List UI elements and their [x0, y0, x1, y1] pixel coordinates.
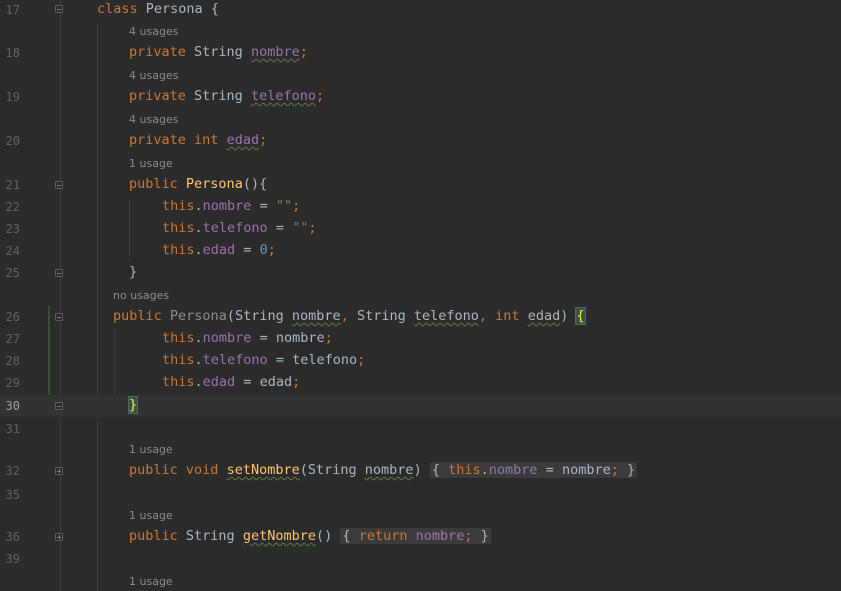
- code-text: this.edad = edad;: [162, 374, 301, 390]
- line-number: 35: [5, 488, 20, 502]
- line-number: 27: [5, 332, 20, 346]
- code-line[interactable]: 27 this.nombre = nombre;: [0, 329, 841, 349]
- line-number: 18: [5, 46, 20, 60]
- line-number: 26: [5, 310, 20, 324]
- fold-toggle-icon[interactable]: [55, 313, 63, 321]
- code-line[interactable]: 29 this.edad = edad;: [0, 373, 841, 393]
- fold-expand-icon[interactable]: [55, 533, 63, 541]
- fold-toggle-icon[interactable]: [55, 402, 63, 410]
- line-number: 20: [5, 134, 20, 148]
- code-text: this.nombre = "";: [162, 198, 301, 214]
- usages-hint[interactable]: 1 usage: [129, 157, 173, 170]
- code-text: public String getNombre() { return nombr…: [129, 528, 491, 544]
- usages-hint[interactable]: 1 usage: [129, 509, 173, 522]
- code-text: private int edad;: [129, 132, 268, 148]
- code-line[interactable]: 36 public String getNombre() { return no…: [0, 527, 841, 547]
- line-number: 24: [5, 244, 20, 258]
- code-text: public Persona(){: [129, 176, 268, 192]
- line-number: 32: [5, 464, 20, 478]
- code-line-current[interactable]: 30 }: [0, 395, 841, 417]
- usages-hint[interactable]: 4 usages: [129, 113, 178, 126]
- code-text: this.nombre = nombre;: [162, 330, 333, 346]
- code-text: this.telefono = "";: [162, 220, 317, 236]
- code-text: public void setNombre(String nombre) { t…: [129, 462, 638, 478]
- usages-hint[interactable]: 4 usages: [129, 25, 178, 38]
- fold-toggle-icon[interactable]: [55, 269, 63, 277]
- code-line[interactable]: 26 public Persona(String nombre, String …: [0, 307, 841, 327]
- code-line[interactable]: 18 private String nombre;: [0, 43, 841, 63]
- code-line[interactable]: 39: [0, 549, 841, 569]
- code-text: }: [127, 396, 139, 414]
- code-line[interactable]: 31: [0, 419, 841, 439]
- code-line[interactable]: 21 public Persona(){: [0, 175, 841, 195]
- line-number: 29: [5, 376, 20, 390]
- usages-hint[interactable]: 4 usages: [129, 69, 178, 82]
- code-line[interactable]: 32 public void setNombre(String nombre) …: [0, 461, 841, 481]
- code-line[interactable]: 19 private String telefono;: [0, 87, 841, 107]
- code-line[interactable]: 28 this.telefono = telefono;: [0, 351, 841, 371]
- code-text: class Persona {: [97, 1, 219, 17]
- line-number: 17: [5, 3, 20, 17]
- code-line[interactable]: 20 private int edad;: [0, 131, 841, 151]
- fold-toggle-icon[interactable]: [55, 5, 63, 13]
- code-text: private String nombre;: [129, 44, 308, 60]
- code-line[interactable]: 25 }: [0, 263, 841, 283]
- code-line[interactable]: 24 this.edad = 0;: [0, 241, 841, 261]
- line-number: 22: [5, 200, 20, 214]
- code-text: this.telefono = telefono;: [162, 352, 366, 368]
- code-line[interactable]: 17 class Persona {: [0, 0, 841, 20]
- code-text: private String telefono;: [129, 88, 325, 104]
- line-number: 30: [5, 399, 20, 413]
- folded-region[interactable]: { return nombre; }: [340, 528, 491, 544]
- line-number: 28: [5, 354, 20, 368]
- usages-hint[interactable]: no usages: [113, 289, 169, 302]
- line-number: 21: [5, 178, 20, 192]
- line-number: 19: [5, 90, 20, 104]
- line-number: 23: [5, 222, 20, 236]
- line-number: 36: [5, 530, 20, 544]
- folded-region[interactable]: { this.nombre = nombre; }: [429, 462, 638, 478]
- text-caret: [137, 397, 139, 413]
- code-text: this.edad = 0;: [162, 242, 276, 258]
- usages-hint[interactable]: 1 usage: [129, 443, 173, 456]
- code-editor[interactable]: 17 class Persona { 4 usages 18 private S…: [0, 0, 841, 591]
- code-text: public Persona(String nombre, String tel…: [113, 307, 586, 325]
- code-line[interactable]: 23 this.telefono = "";: [0, 219, 841, 239]
- line-number: 31: [5, 422, 20, 436]
- fold-expand-icon[interactable]: [55, 467, 63, 475]
- fold-toggle-icon[interactable]: [55, 181, 63, 189]
- code-line[interactable]: 35: [0, 485, 841, 505]
- line-number: 25: [5, 266, 20, 280]
- code-text: }: [129, 264, 138, 280]
- line-number: 39: [5, 552, 20, 566]
- code-line[interactable]: 22 this.nombre = "";: [0, 197, 841, 217]
- usages-hint[interactable]: 1 usage: [129, 575, 173, 588]
